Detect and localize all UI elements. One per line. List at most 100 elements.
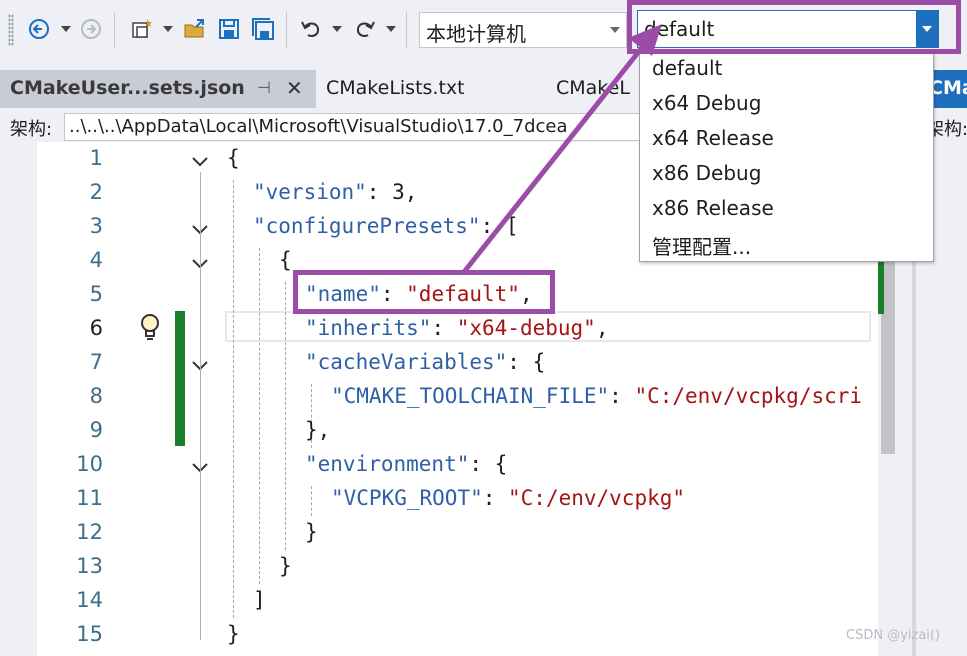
change-tracking-bar [175,311,185,446]
undo-icon [301,21,320,37]
json-punctuation: } [305,520,318,544]
toolbar-separator [114,12,115,48]
redo-dropdown[interactable] [385,14,397,44]
line-number: 11 [76,486,103,510]
dropdown-option[interactable]: x86 Debug [652,161,761,185]
json-key: "CMAKE_TOOLCHAIN_FILE" [331,384,610,408]
json-punctuation: : [ [480,214,519,238]
line-number: 2 [89,180,103,204]
code-line: }, [305,418,330,442]
code-line: { [227,146,240,170]
json-punctuation: ] [253,588,266,612]
indent-guide [311,486,312,516]
fold-range-line [200,478,201,538]
toolbar-grip[interactable] [8,14,14,46]
configuration-value: default [644,17,715,41]
target-system-combo[interactable]: 本地计算机 [419,12,627,48]
line-number: 8 [89,384,103,408]
redo-icon [356,21,375,37]
json-string: "C:/env/vcpkg" [508,486,686,510]
json-punctuation: : { [507,350,546,374]
json-punctuation: , [595,316,609,340]
dropdown-option[interactable]: default [652,56,722,80]
json-string: "x64-debug" [456,316,596,340]
indent-guide [233,180,234,618]
tab-label: CMakeUser...sets.json [10,77,245,99]
navigate-back-button[interactable] [26,14,52,44]
tab-cmakelists[interactable]: CMakeLists.txt [316,70,546,108]
json-punctuation: : [380,282,407,306]
tab-label: CMakeLists.txt [326,77,465,99]
code-line: "name": "default", [305,282,533,306]
line-number: 3 [89,214,103,238]
json-string: "default" [406,282,520,306]
indent-guide [285,282,286,550]
json-key: "configurePresets" [253,214,481,238]
caret-down-icon [332,26,342,32]
line-number: 14 [76,588,103,612]
code-line: "CMAKE_TOOLCHAIN_FILE": "C:/env/vcpkg/sc… [331,384,862,408]
new-project-icon [132,19,152,38]
redo-button[interactable] [352,14,378,44]
toolbar-separator [406,12,407,48]
dropdown-option[interactable]: 管理配置... [652,231,751,260]
indent-guide [259,248,260,584]
caret-down-icon [922,26,932,32]
code-line: { [279,248,292,272]
code-line: "version": 3, [253,180,417,204]
line-number: 9 [89,418,103,442]
code-line: "environment": { [305,452,507,476]
json-key: "environment" [305,452,470,476]
tab-cmakelists-2[interactable]: CMakeL [546,70,636,108]
json-key: "VCPKG_ROOT" [331,486,483,510]
save-all-icon [252,18,274,40]
line-number: 10 [76,452,103,476]
configuration-dropdown-button[interactable] [916,11,938,47]
json-key: "cacheVariables" [305,350,508,374]
new-item-dropdown[interactable] [162,14,174,44]
code-line: "VCPKG_ROOT": "C:/env/vcpkg" [331,486,685,510]
code-line: } [279,554,292,578]
fold-range-line [200,376,201,436]
back-arrow-icon [29,19,49,39]
undo-button[interactable] [298,14,324,44]
open-file-button[interactable] [182,14,208,44]
dropdown-option[interactable]: x64 Debug [652,91,761,115]
architecture-path-field[interactable]: ..\..\..\AppData\Local\Microsoft\VisualS… [64,113,644,141]
watermark: CSDN @yizai() [846,628,941,643]
new-project-button[interactable] [128,14,154,44]
pin-icon[interactable]: ⊣ [257,78,271,97]
dropdown-option[interactable]: x86 Release [652,196,774,220]
json-punctuation: : { [469,452,508,476]
save-button[interactable] [216,14,242,44]
json-punctuation: { [279,248,292,272]
navigate-forward-button[interactable] [78,14,104,44]
undo-dropdown[interactable] [331,14,343,44]
dropdown-option[interactable]: x64 Release [652,126,774,150]
json-punctuation: : 3, [366,180,418,204]
line-number: 15 [76,622,103,646]
save-icon [219,19,239,39]
code-line: } [305,520,318,544]
forward-arrow-icon [81,19,101,39]
back-history-dropdown[interactable] [60,14,72,44]
visual-studio-window: 本地计算机 default CMakeUser...sets.json ⊣ ✕ … [0,0,967,656]
close-icon[interactable]: ✕ [286,76,303,100]
target-system-dropdown-button[interactable] [604,13,626,47]
json-punctuation: { [227,146,240,170]
caret-down-icon [163,26,173,32]
configuration-combo[interactable]: default [637,10,939,48]
line-number: 12 [76,520,103,544]
lightbulb-icon[interactable] [137,312,163,342]
save-all-button[interactable] [250,14,276,44]
target-system-value: 本地计算机 [426,22,526,46]
fold-chevron-icon[interactable] [189,150,211,174]
tab-cmakeuserpresets[interactable]: CMakeUser...sets.json ⊣ ✕ [0,70,316,108]
json-punctuation: , [519,282,533,306]
open-folder-icon [184,19,204,38]
line-number: 1 [89,146,103,170]
json-key: "name" [305,282,381,306]
caret-down-icon [61,26,71,32]
architecture-label: 架构: [10,119,53,140]
toolbar-separator [286,12,287,48]
